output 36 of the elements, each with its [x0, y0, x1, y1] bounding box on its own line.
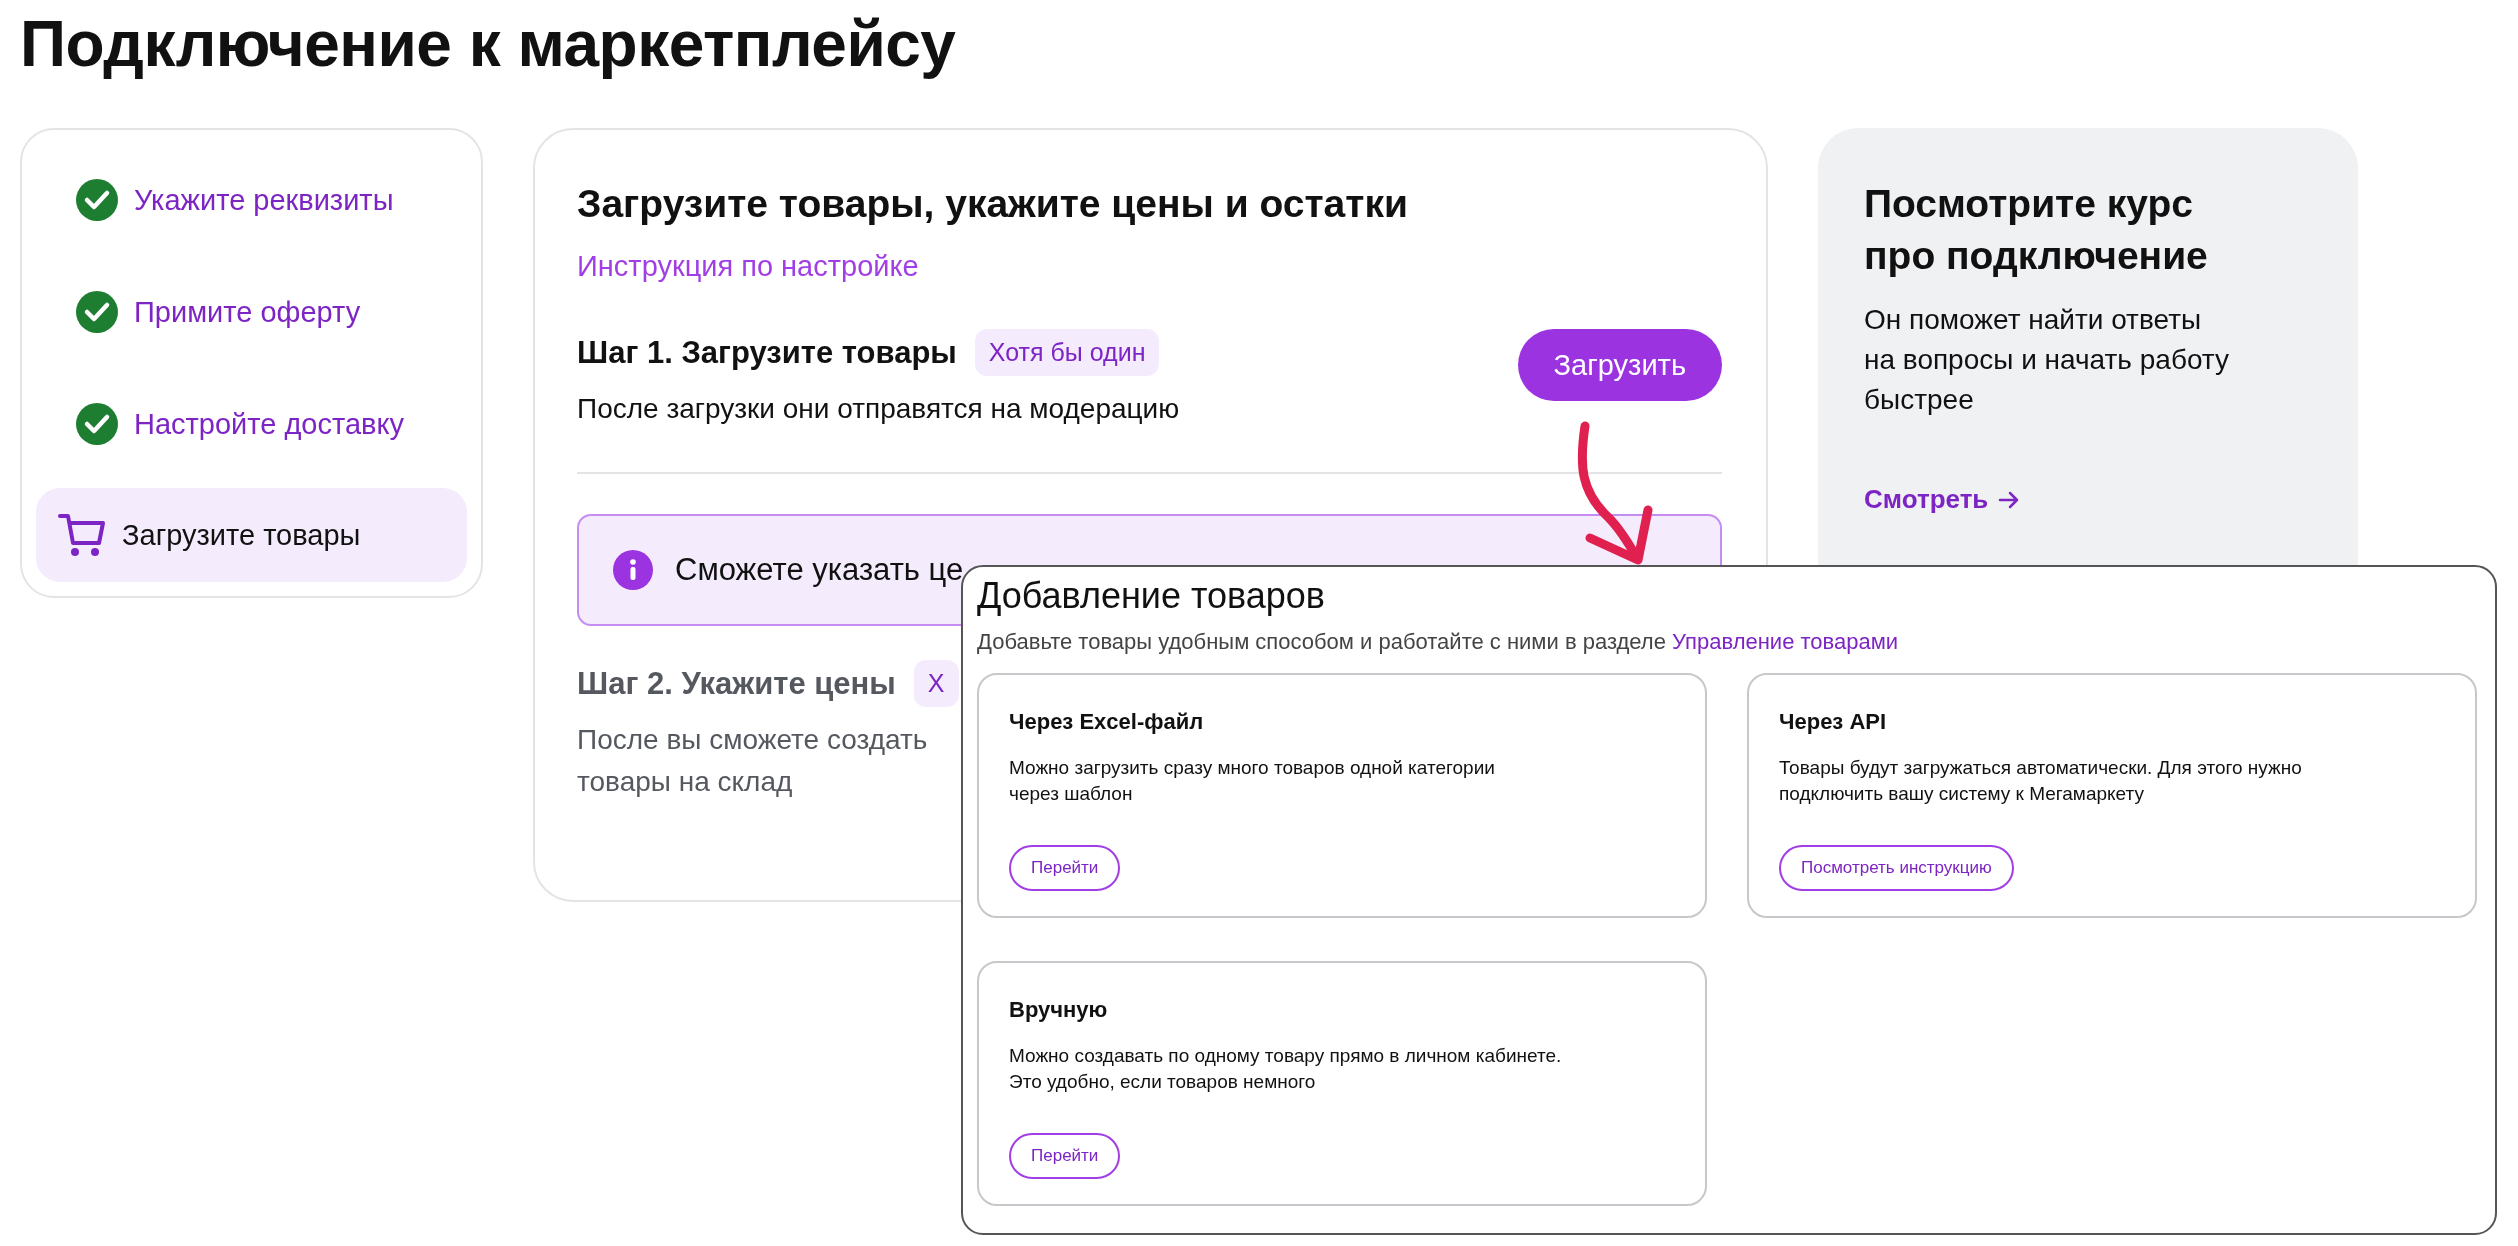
course-title: Посмотрите курс про подключение — [1864, 181, 2209, 279]
page-title: Подключение к маркетплейсу — [20, 7, 957, 82]
step-title: Шаг 2. Укажите цены — [577, 665, 896, 702]
notice-text: Сможете указать це — [675, 552, 964, 588]
option-text: Можно создавать по одному товару прямо в личном кабинете. Это удобно, если товаров немного — [1009, 1044, 1563, 1094]
arrow-right-icon — [1998, 490, 2021, 509]
instruction-link[interactable]: Инструкция по настройке — [577, 250, 919, 283]
course-text: Он поможет найти ответы на вопросы и начать работу быстрее — [1864, 303, 2230, 417]
option-text: Можно загрузить сразу много товаров одной категории через шаблон — [1009, 756, 1496, 806]
step-description: После вы сможете создать товары на склад — [577, 723, 929, 799]
option-text: Товары будут загружаться автоматически. Для этого нужно подключить вашу систему к Мегамаркету — [1779, 756, 2303, 806]
cart-icon — [58, 513, 106, 557]
requirement-tag: Х — [913, 660, 959, 707]
step-description: После загрузки они отправятся на модерацию — [577, 392, 1180, 426]
option-button[interactable]: Перейти — [1009, 1133, 1121, 1179]
card-title: Загрузите товары, укажите цены и остатки — [577, 182, 1409, 226]
step-item[interactable]: Настройте доставку — [36, 376, 467, 472]
step-item[interactable]: Загрузите товары — [36, 488, 467, 582]
dialog-title: Добавление товаров — [977, 575, 1326, 617]
info-icon — [613, 550, 653, 590]
upload-button[interactable]: Загрузить — [1517, 329, 1722, 401]
step-item[interactable]: Примите оферту — [36, 264, 467, 360]
option-button[interactable]: Посмотреть инструкцию — [1779, 845, 2014, 891]
products-link[interactable]: Управление товарами — [1672, 629, 1899, 654]
check-icon — [76, 291, 118, 333]
dialog-subtitle: Добавьте товары удобным способом и работайте с ними в разделе Управление товарами — [977, 629, 1900, 655]
option-title: Через Excel-файл — [1009, 709, 1205, 735]
option-button[interactable]: Перейти — [1009, 845, 1121, 891]
check-icon — [76, 179, 118, 221]
requirement-tag: Хотя бы один — [974, 329, 1160, 376]
step-title: Шаг 1. Загрузите товары — [577, 334, 957, 371]
watch-link[interactable]: Смотреть — [1864, 484, 2021, 515]
option-title: Через API — [1779, 709, 1888, 735]
option-title: Вручную — [1009, 997, 1109, 1023]
step-item[interactable]: Укажите реквизиты — [36, 152, 467, 248]
check-icon — [76, 403, 118, 445]
